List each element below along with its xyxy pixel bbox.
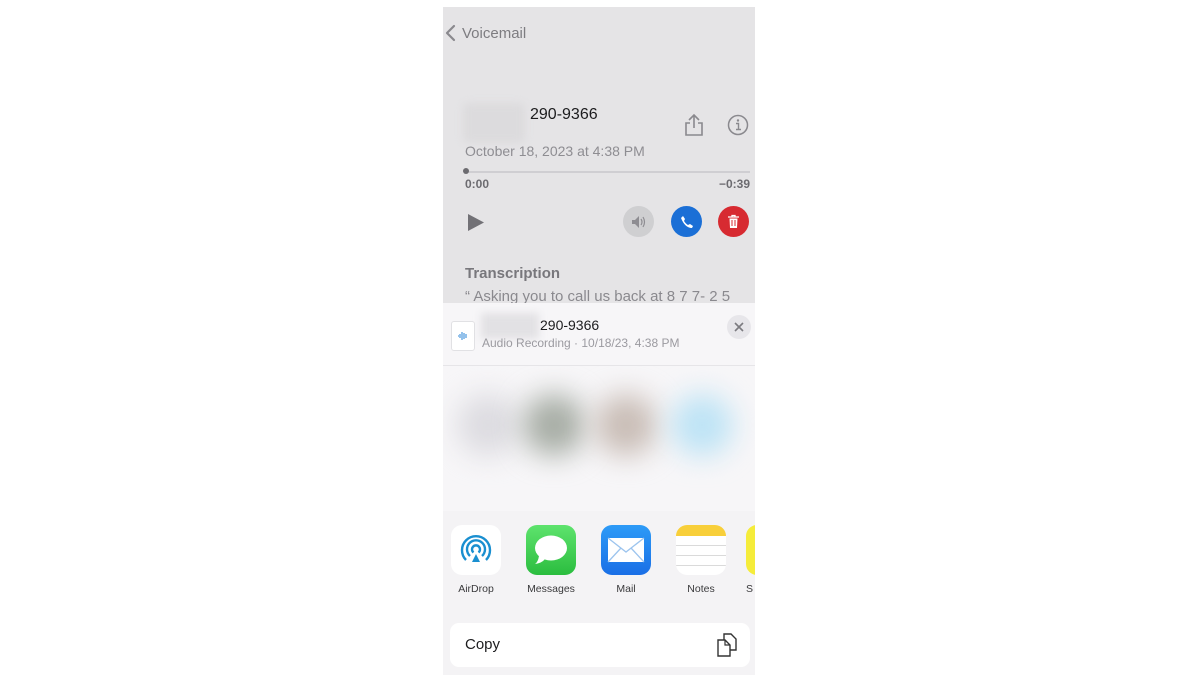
share-apps-row: AirDrop Messages Mail Notes S xyxy=(443,511,755,611)
scrubber-knob[interactable] xyxy=(463,168,469,174)
playback-scrubber[interactable] xyxy=(465,171,750,173)
share-app-partial[interactable]: S xyxy=(746,525,755,595)
speaker-button[interactable] xyxy=(623,206,654,237)
audio-file-icon xyxy=(451,321,475,351)
speaker-icon xyxy=(631,215,645,228)
caller-number: 290-9366 xyxy=(530,106,598,123)
app-label: Messages xyxy=(527,583,575,595)
info-icon[interactable] xyxy=(727,114,749,141)
phone-icon xyxy=(680,215,693,228)
airdrop-icon xyxy=(451,525,501,575)
share-icon[interactable] xyxy=(683,113,705,142)
copy-icon xyxy=(716,632,738,663)
share-app-airdrop[interactable]: AirDrop xyxy=(446,525,506,595)
back-button[interactable]: Voicemail xyxy=(445,24,526,42)
app-icon xyxy=(746,525,755,575)
copy-label: Copy xyxy=(465,636,501,653)
contact-avatar[interactable] xyxy=(457,394,519,456)
share-app-mail[interactable]: Mail xyxy=(596,525,656,595)
time-elapsed: 0:00 xyxy=(465,177,490,191)
share-sheet-header: 290-9366 Audio Recording · 10/18/23, 4:3… xyxy=(443,303,755,366)
copy-action[interactable]: Copy xyxy=(450,623,750,667)
share-sheet: 290-9366 Audio Recording · 10/18/23, 4:3… xyxy=(443,303,755,675)
redacted-area-code xyxy=(463,103,525,143)
share-app-messages[interactable]: Messages xyxy=(521,525,581,595)
chevron-left-icon xyxy=(445,24,456,42)
mail-icon xyxy=(601,525,651,575)
app-label: Notes xyxy=(687,583,715,595)
share-subtitle: Audio Recording · 10/18/23, 4:38 PM xyxy=(482,336,680,350)
app-label: Mail xyxy=(616,583,636,595)
contact-avatar[interactable] xyxy=(523,394,585,456)
close-button[interactable] xyxy=(727,315,751,339)
blurred-contacts-row xyxy=(443,366,755,511)
transcription-title: Transcription xyxy=(465,265,561,282)
trash-icon xyxy=(728,214,739,228)
share-app-notes[interactable]: Notes xyxy=(671,525,731,595)
phone-screen: Voicemail 290-9366 October 18, 2023 at 4… xyxy=(443,7,755,675)
share-title: 290-9366 xyxy=(540,317,600,333)
app-label: AirDrop xyxy=(458,583,494,595)
call-back-button[interactable] xyxy=(671,206,702,237)
back-label: Voicemail xyxy=(462,24,527,42)
voicemail-date: October 18, 2023 at 4:38 PM xyxy=(465,143,645,159)
contact-avatar[interactable] xyxy=(595,394,657,456)
app-label: S xyxy=(746,583,754,595)
time-remaining: −0:39 xyxy=(718,177,750,191)
play-icon xyxy=(468,214,484,231)
close-icon xyxy=(734,322,744,332)
voicemail-detail: Voicemail 290-9366 October 18, 2023 at 4… xyxy=(443,7,755,305)
notes-icon xyxy=(676,525,726,575)
contact-avatar[interactable] xyxy=(671,394,733,456)
delete-button[interactable] xyxy=(718,206,749,237)
messages-icon xyxy=(526,525,576,575)
play-button[interactable] xyxy=(467,213,485,237)
